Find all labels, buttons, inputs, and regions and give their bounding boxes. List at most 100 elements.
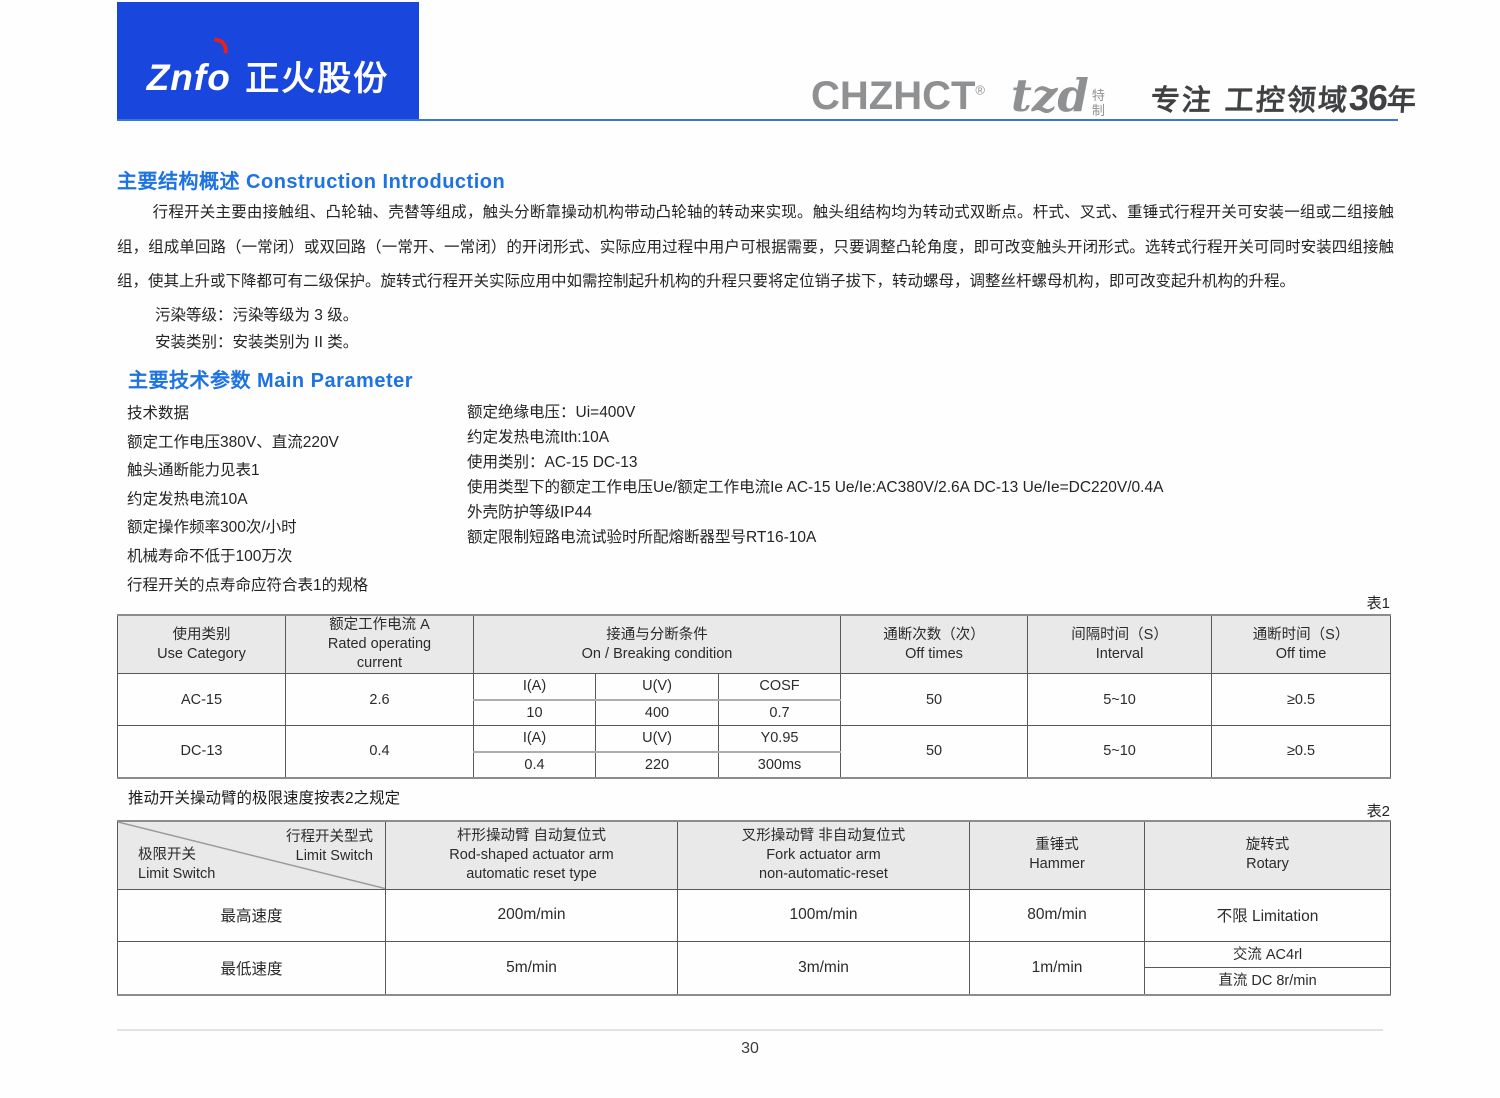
header-en: Hammer: [1029, 856, 1085, 873]
cell-sub: 220: [595, 751, 719, 778]
param-item: 使用类型下的额定工作电压Ue/额定工作电流Ie AC-15 Ue/Ie:AC38…: [467, 479, 1164, 496]
header-en: Use Category: [157, 645, 246, 662]
brand-slogan: 专注 工控领域36年: [1150, 77, 1420, 118]
tzd-sub-2: 制: [1091, 102, 1105, 118]
header-zh: 通断时间（S）: [1252, 626, 1350, 643]
cell-sub: I(A): [473, 725, 596, 753]
header-en: Fork actuator arm: [766, 846, 881, 863]
param-item: 额定绝缘电压：Ui=400V: [467, 404, 636, 421]
header-en: Off time: [1275, 645, 1327, 662]
col-header-off-times: 通断次数（次） Off times: [840, 614, 1029, 674]
cell-sub: COSF: [717, 673, 842, 701]
cell-category: DC-13: [117, 725, 286, 778]
header-en: Interval: [1095, 645, 1144, 662]
brand-tzd-sub: 特 制: [1092, 89, 1105, 118]
header-zh: 间隔时间（S）: [1071, 626, 1168, 643]
col-header-rated-current: 额定工作电流 A Rated operating current: [285, 614, 474, 674]
header-zh: 重锤式: [1035, 837, 1079, 854]
header-zh: 行程开关型式: [286, 829, 373, 845]
header-zh: 接通与分断条件: [606, 626, 708, 643]
header-zh: 旋转式: [1245, 837, 1290, 854]
cell-speed: 1m/min: [969, 940, 1145, 995]
cell-rotary: 不限 Limitation: [1144, 888, 1391, 942]
header-en: Rod-shaped actuator arm: [449, 846, 614, 863]
registered-mark-icon: ®: [975, 82, 986, 98]
cell-speed: 80m/min: [969, 888, 1145, 942]
cell-speed: 5m/min: [385, 940, 678, 995]
col-header-breaking-condition: 接通与分断条件 On / Breaking condition: [472, 614, 842, 674]
cell-speed: 100m/min: [677, 888, 970, 942]
brand-tzd: tzd: [1011, 68, 1089, 122]
page-number: 30: [741, 1040, 759, 1057]
cell-sub: 300ms: [717, 751, 842, 778]
table-row: DC-13 0.4 I(A) U(V) Y0.95 50 5~10 ≥0.5: [117, 725, 1392, 778]
param-item: 行程开关的点寿命应符合表1的规格: [127, 576, 369, 594]
param-item: 约定发热电流Ith:10A: [467, 429, 610, 446]
cell-rotary-split: 交流 AC4rl 直流 DC 8r/min: [1144, 940, 1391, 995]
cell-row-label: 最低速度: [117, 940, 386, 995]
param-item: 触头通断能力见表1: [127, 462, 260, 480]
param-item: 使用类别：AC-15 DC-13: [467, 454, 638, 471]
cell-category: AC-15: [117, 673, 286, 726]
param-item: 约定发热电流10A: [127, 490, 248, 508]
cell-sub: I(A): [473, 673, 596, 701]
header-en: Off times: [905, 645, 963, 662]
installation-category-line: 安装类别：安装类别为 II 类。: [155, 334, 359, 351]
speed-limit-table: 行程开关型式 Limit Switch 极限开关 Limit Switch 杆形操动…: [117, 820, 1391, 996]
header-en: non-automatic-reset: [759, 865, 888, 882]
rotary-dc-value: 直流 DC 8r/min: [1218, 972, 1317, 989]
contact-capability-table: 使用类别 Use Category 额定工作电流 A Rated operating…: [117, 614, 1392, 779]
header-divider: [117, 119, 1398, 121]
col-header-fork-arm: 叉形操动臂 非自动复位式 Fork actuator arm non-automat…: [677, 820, 970, 890]
col-header-hammer: 重锤式 Hammer: [969, 820, 1145, 890]
table1-label: 表1: [1366, 595, 1390, 612]
company-logo: Znfo 正火股份: [117, 2, 419, 120]
header-en: automatic reset type: [466, 865, 597, 882]
cell-sub: 0.4: [473, 751, 596, 778]
cell-off-time: ≥0.5: [1211, 725, 1392, 778]
cell-row-label: 最高速度: [117, 888, 386, 942]
slogan-years: 36: [1347, 77, 1389, 118]
col-header-use-category: 使用类别 Use Category: [117, 614, 286, 674]
param-item: 额定工作电压380V、直流220V: [127, 433, 339, 451]
header-zh: 杆形操动臂 自动复位式: [456, 827, 607, 844]
logo-en: Znfo: [146, 56, 231, 98]
header-en: Limit Switch: [138, 865, 216, 882]
cell-sub: 400: [595, 699, 719, 726]
parameter-list-right: 额定绝缘电压：Ui=400V 约定发热电流Ith:10A 使用类别：AC-15 …: [467, 400, 1163, 550]
header-en: Rotary: [1246, 856, 1289, 873]
table-row: AC-15 2.6 I(A) U(V) COSF 50 5~10 ≥0.5: [117, 673, 1392, 726]
cell-sub: 10: [473, 699, 596, 726]
col-header-off-time: 通断时间（S） Off time: [1211, 614, 1392, 674]
cell-speed: 3m/min: [677, 940, 970, 995]
tzd-sub-1: 特: [1091, 88, 1105, 104]
brand-text: CHZHCT: [811, 74, 976, 118]
cell-interval: 5~10: [1027, 673, 1213, 726]
header-zh: 使用类别: [172, 626, 231, 643]
cell-interval: 5~10: [1027, 725, 1213, 778]
param-item: 额定限制短路电流试验时所配熔断器型号RT16-10A: [467, 529, 817, 546]
cell-off-time: ≥0.5: [1211, 673, 1392, 726]
table-row: 最高速度 200m/min 100m/min 80m/min 不限 Limita…: [117, 888, 1391, 942]
header-zh: 额定工作电流 A: [329, 617, 430, 633]
col-header-rod-arm: 杆形操动臂 自动复位式 Rod-shaped actuator arm automa…: [385, 820, 678, 890]
cell-sub: 0.7: [717, 699, 842, 726]
cell-speed: 200m/min: [385, 888, 678, 942]
logo-text: Znfo 正火股份: [146, 36, 390, 100]
speed-limit-note: 推动开关操动臂的极限速度按表2之规定: [128, 790, 401, 807]
corner-top-label: 行程开关型式 Limit Switch: [286, 828, 373, 866]
header-zh: 极限开关: [138, 846, 196, 863]
cell-sub: U(V): [595, 673, 719, 701]
cell-off-times: 50: [840, 725, 1029, 778]
header-en: Rated operating current: [327, 636, 432, 671]
slogan-suffix: 年: [1385, 83, 1420, 117]
header-en: On / Breaking condition: [581, 645, 733, 662]
col-header-interval: 间隔时间（S） Interval: [1027, 614, 1213, 674]
flame-icon: [211, 36, 231, 54]
corner-bottom-label: 极限开关 Limit Switch: [138, 846, 215, 884]
construction-paragraph: 行程开关主要由接触组、凸轮轴、壳替等组成，触头分断靠操动机构带动凸轮轴的转动来实…: [117, 204, 1394, 290]
param-item: 机械寿命不低于100万次: [127, 547, 293, 565]
brand-chzhct: CHZHCT®: [811, 76, 985, 116]
logo-cn: 正火股份: [245, 59, 390, 98]
cell-off-times: 50: [840, 673, 1029, 726]
